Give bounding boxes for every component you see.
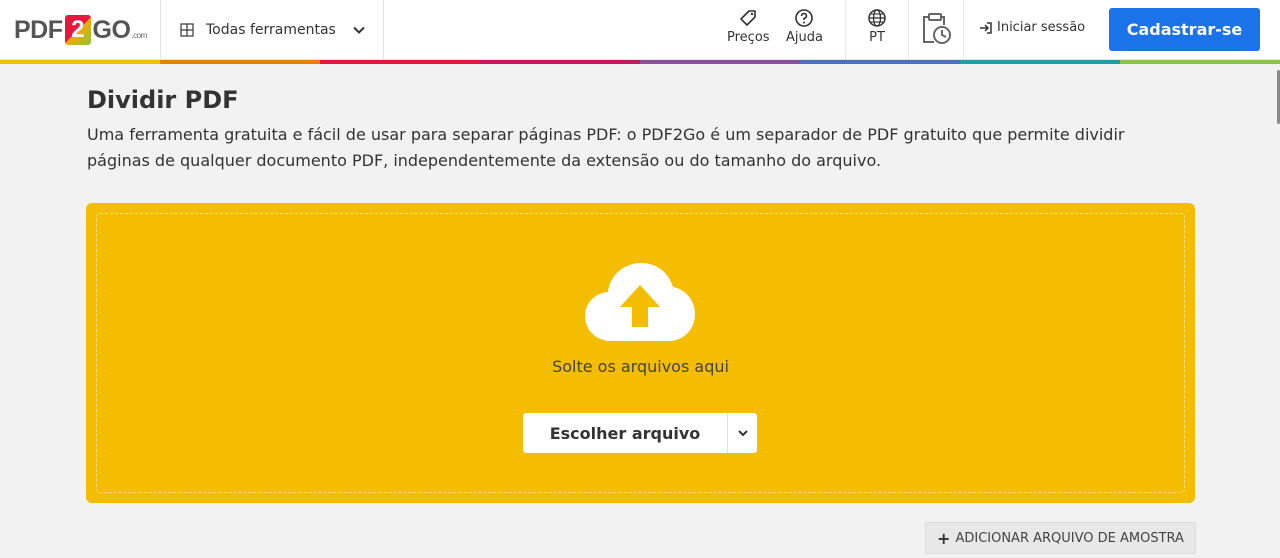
file-dropzone[interactable]: Solte os arquivos aqui Escolher arquivo: [86, 203, 1195, 503]
logo-post: GO: [92, 15, 131, 44]
pdf2go-logo[interactable]: PDF 2 GO .com: [14, 14, 147, 46]
rainbow-segment: [640, 60, 800, 64]
header-divider: [160, 0, 161, 60]
rainbow-segment: [960, 60, 1120, 64]
clipboard-clock-icon: [923, 13, 951, 44]
logo-two: 2: [64, 15, 91, 45]
header-divider: [383, 0, 384, 60]
page-scrollbar[interactable]: [1276, 64, 1280, 558]
cloud-upload-icon: [585, 263, 695, 341]
rainbow-segment: [320, 60, 480, 64]
rainbow-segment: [0, 60, 160, 64]
header-divider: [845, 0, 846, 60]
choose-file-button-group: Escolher arquivo: [523, 413, 757, 453]
help-label: Ajuda: [786, 30, 823, 45]
login-link[interactable]: Iniciar sessão: [979, 20, 1085, 35]
all-tools-menu[interactable]: Todas ferramentas: [180, 18, 366, 42]
rainbow-bar: [0, 60, 1280, 64]
page-title: Dividir PDF: [87, 86, 239, 114]
rainbow-segment: [160, 60, 320, 64]
logo-com: .com: [131, 31, 147, 40]
pricing-link[interactable]: Preços: [727, 8, 770, 45]
signup-button[interactable]: Cadastrar-se: [1109, 8, 1260, 51]
language-selector[interactable]: PT: [867, 8, 887, 45]
help-icon: [795, 9, 814, 27]
pricing-label: Preços: [727, 30, 770, 45]
globe-icon: [868, 9, 886, 27]
grid-icon: [180, 23, 194, 37]
login-label: Iniciar sessão: [997, 20, 1086, 35]
help-link[interactable]: Ajuda: [786, 8, 823, 45]
header-divider: [908, 0, 909, 60]
header-divider: [963, 0, 964, 60]
drop-files-text: Solte os arquivos aqui: [552, 357, 729, 376]
logo-pre: PDF: [14, 15, 63, 44]
sample-label: ADICIONAR ARQUIVO DE AMOSTRA: [955, 530, 1184, 546]
all-tools-label: Todas ferramentas: [206, 22, 336, 38]
top-header: PDF 2 GO .com Todas ferramentas Preços A…: [0, 0, 1280, 60]
choose-file-dropdown[interactable]: [727, 413, 757, 453]
add-sample-file-button[interactable]: + ADICIONAR ARQUIVO DE AMOSTRA: [925, 522, 1196, 554]
history-button[interactable]: [920, 12, 952, 48]
rainbow-segment: [800, 60, 960, 64]
rainbow-segment: [1120, 60, 1280, 64]
plus-icon: +: [937, 528, 951, 548]
choose-file-button[interactable]: Escolher arquivo: [523, 413, 727, 453]
login-icon: [980, 21, 992, 34]
language-label: PT: [869, 30, 885, 45]
tag-icon: [740, 10, 757, 26]
rainbow-segment: [480, 60, 640, 64]
page-description: Uma ferramenta gratuita e fácil de usar …: [87, 125, 1125, 170]
chevron-down-icon: [737, 430, 748, 437]
chevron-down-icon: [353, 26, 365, 34]
